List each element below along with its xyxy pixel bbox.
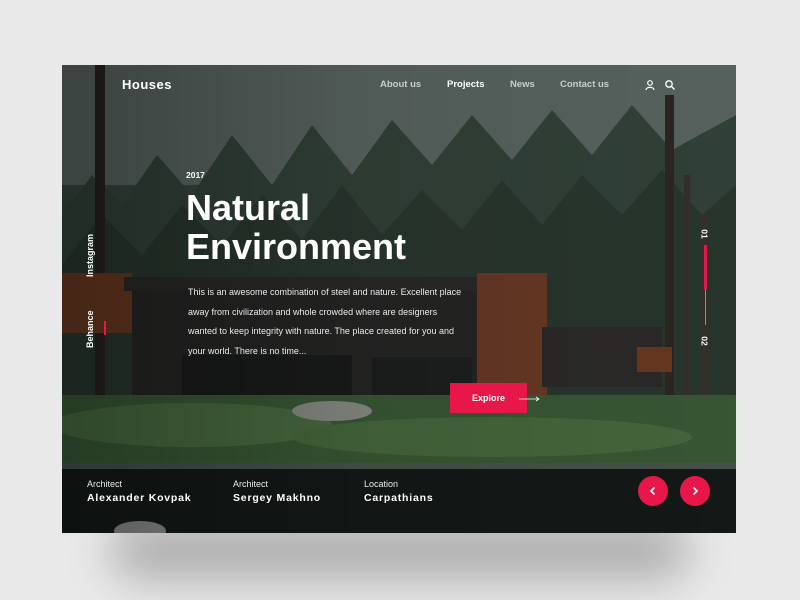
location-label: Location xyxy=(364,479,399,489)
chevron-left-icon xyxy=(649,486,656,496)
arrow-right-icon xyxy=(519,396,540,402)
prev-slide-button[interactable] xyxy=(638,476,668,506)
user-icon[interactable] xyxy=(644,79,656,91)
architect-label: Architect xyxy=(87,479,123,489)
hero-title-line1: Natural xyxy=(186,187,311,228)
hero-card: Houses About us Projects News Contact us… xyxy=(62,65,736,533)
instagram-link[interactable]: Instagram xyxy=(85,234,95,277)
chevron-right-icon xyxy=(692,486,699,496)
behance-link[interactable]: Behance xyxy=(85,310,95,348)
hero-description: This is an awesome combination of steel … xyxy=(188,287,462,356)
architect-name: Sergey Makhno xyxy=(233,492,322,504)
search-icon[interactable] xyxy=(664,79,676,91)
location-value: Carpathians xyxy=(364,492,434,504)
hero-title: Natural Environment xyxy=(186,188,506,266)
next-slide-button[interactable] xyxy=(680,476,710,506)
architect-name: Alexander Kovpak xyxy=(87,492,192,504)
slide-current: 01 xyxy=(699,229,710,239)
hero-title-line2: Environment xyxy=(186,226,407,267)
slide-total: 02 xyxy=(699,336,710,346)
nav-about-us[interactable]: About us xyxy=(380,79,421,90)
nav-contact-us[interactable]: Contact us xyxy=(560,79,609,90)
project-year: 2017 xyxy=(186,170,205,180)
architect-label: Architect xyxy=(233,479,269,489)
explore-button[interactable]: Explore xyxy=(450,383,527,413)
slide-progress xyxy=(704,245,707,289)
nav-news[interactable]: News xyxy=(510,79,535,90)
nav-projects[interactable]: Projects xyxy=(447,79,485,90)
social-divider xyxy=(104,321,106,335)
logo[interactable]: Houses xyxy=(122,77,172,92)
